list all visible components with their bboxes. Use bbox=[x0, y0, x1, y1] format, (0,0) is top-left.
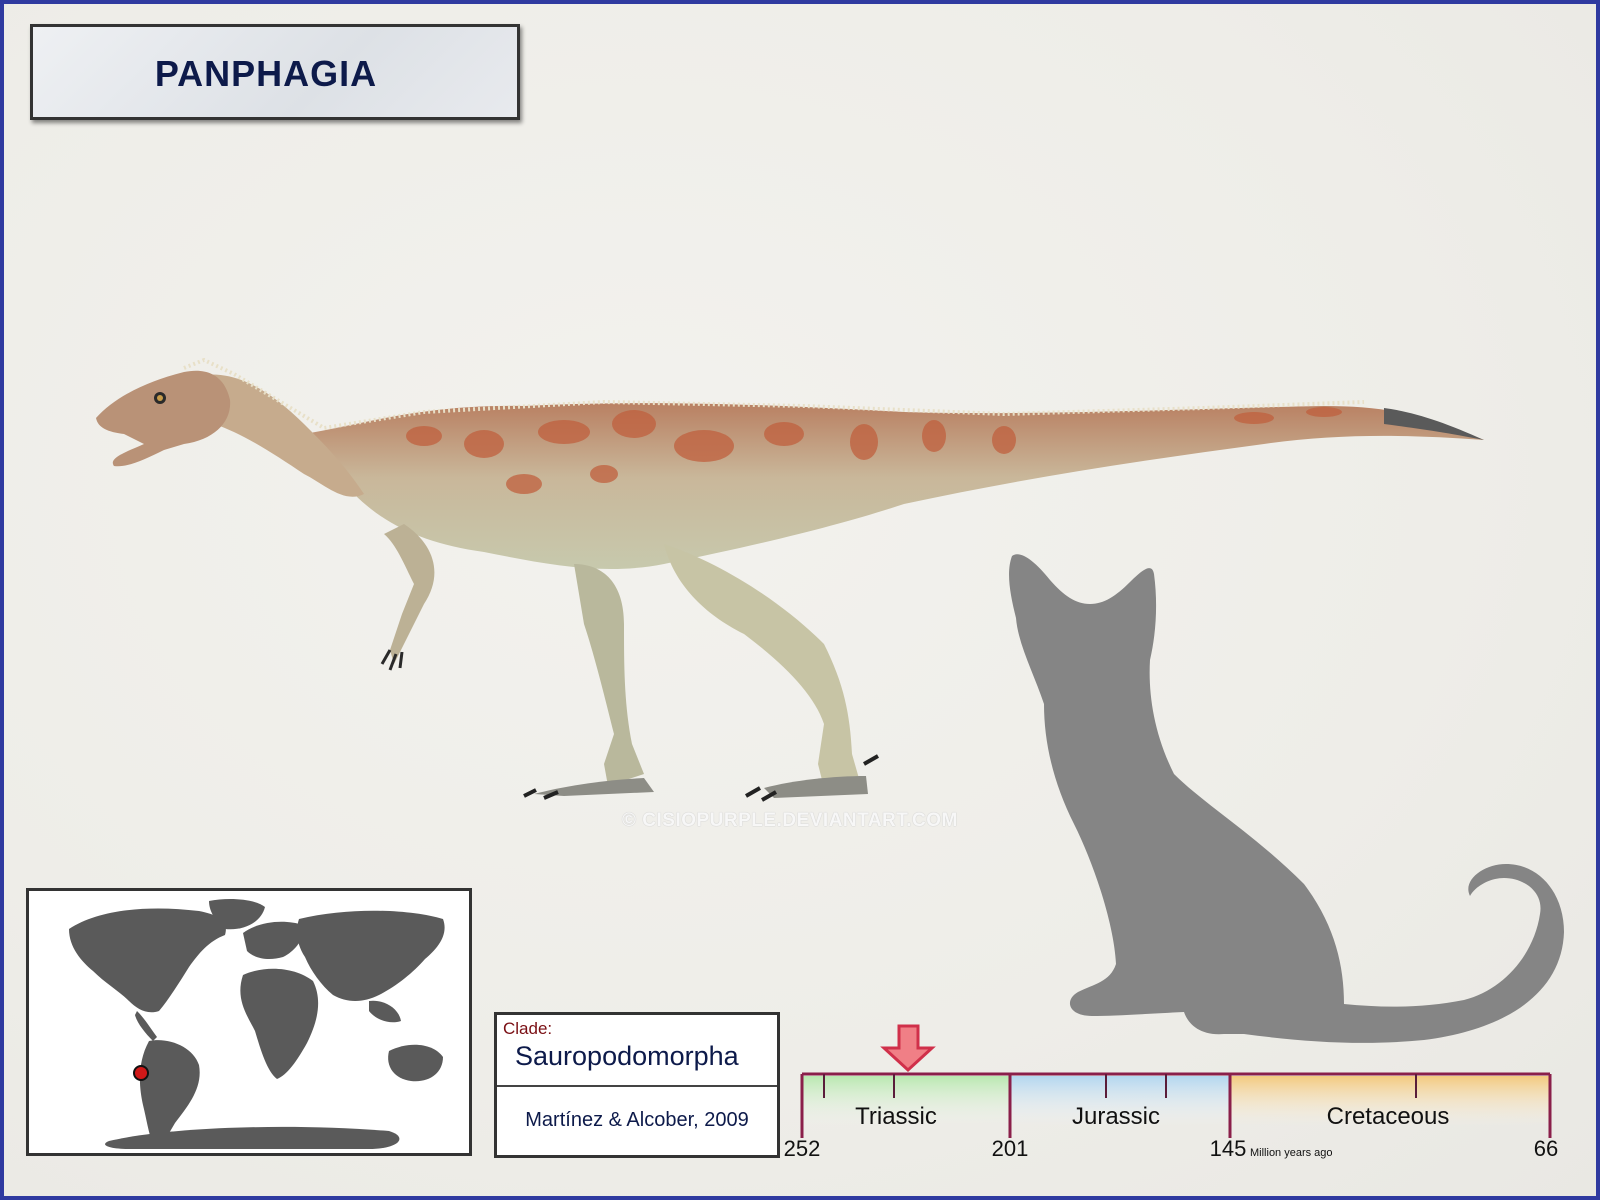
location-dot-icon bbox=[133, 1065, 149, 1081]
period-triassic-label: Triassic bbox=[855, 1103, 937, 1130]
watermark: © CISIOPURPLE.DEVIANTART.COM bbox=[622, 810, 958, 831]
frame: PANPHAGIA © CISIOPURPLE.DEVIANTART.COM C… bbox=[0, 0, 1600, 1200]
clade-author: Martínez & Alcober, 2009 bbox=[525, 1109, 749, 1131]
period-jurassic-label: Jurassic bbox=[1072, 1103, 1160, 1130]
dinosaur-illustration bbox=[96, 357, 1484, 802]
clade-box: Clade: Sauropodomorpha Martínez & Alcobe… bbox=[494, 1012, 780, 1158]
world-map bbox=[26, 888, 472, 1156]
tick-label-145: 145 bbox=[1210, 1136, 1247, 1161]
clade-label: Clade: bbox=[503, 1019, 553, 1038]
tick-label-201: 201 bbox=[992, 1136, 1029, 1161]
cat-silhouette bbox=[1009, 554, 1564, 1043]
clade-divider bbox=[497, 1085, 777, 1087]
timeline-unit: Million years ago bbox=[1250, 1147, 1333, 1159]
tick-label-66: 66 bbox=[1534, 1136, 1558, 1161]
tick-label-252: 252 bbox=[784, 1136, 820, 1161]
down-arrow-icon bbox=[880, 1024, 936, 1073]
clade-name: Sauropodomorpha bbox=[515, 1041, 739, 1071]
geologic-timeline: Triassic Jurassic Cretaceous 252 201 145… bbox=[784, 1024, 1558, 1161]
world-map-graphic bbox=[69, 899, 445, 1149]
period-cretaceous-label: Cretaceous bbox=[1327, 1103, 1450, 1130]
